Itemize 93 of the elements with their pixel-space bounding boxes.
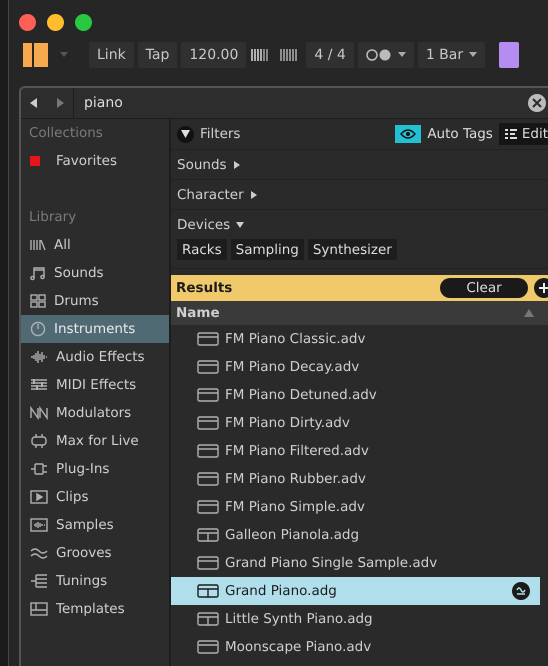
sidebar-item[interactable]: Instruments xyxy=(21,315,169,343)
sidebar-item[interactable]: Tunings xyxy=(21,567,169,595)
edit-button[interactable]: Edit xyxy=(498,123,548,145)
file-row[interactable]: Grand Piano Single Sample.adv xyxy=(171,549,540,577)
sidebar-item[interactable]: Audio Effects xyxy=(21,343,169,371)
sidebar-item[interactable]: MIDI Effects xyxy=(21,371,169,399)
file-row[interactable]: Little Synth Piano.adg xyxy=(171,605,540,633)
sliders-icon xyxy=(30,378,48,392)
sidebar-item[interactable]: All xyxy=(21,231,169,259)
collapsed-arrow-icon xyxy=(250,190,258,198)
file-row[interactable]: FM Piano Classic.adv xyxy=(171,325,540,353)
knob-icon xyxy=(30,321,46,337)
preset-icon xyxy=(197,387,219,403)
circles-icon xyxy=(366,48,392,62)
filter-group[interactable]: Sounds xyxy=(177,150,241,179)
zigzag-icon xyxy=(30,406,48,420)
sidebar-item[interactable]: Modulators xyxy=(21,399,169,427)
toolbar-button[interactable]: Link xyxy=(89,42,134,68)
preset-icon xyxy=(197,471,219,487)
toolbar-button[interactable]: 120.00 xyxy=(181,42,246,68)
preset-icon xyxy=(197,555,219,571)
section-heading: Library xyxy=(28,208,78,227)
filter-group[interactable]: Character xyxy=(177,180,258,209)
forward-arrow-icon xyxy=(56,98,64,108)
zoom-button[interactable] xyxy=(75,14,92,31)
device-tab-icon[interactable] xyxy=(499,42,520,68)
list-icon xyxy=(504,128,517,140)
column-header[interactable]: Name xyxy=(176,305,220,321)
minimize-button[interactable] xyxy=(47,14,64,31)
filter-tag[interactable]: Sampling xyxy=(230,239,304,260)
file-row[interactable]: Galleon Pianola.adg xyxy=(171,521,540,549)
expanded-arrow-icon xyxy=(236,220,244,228)
filter-tag[interactable]: Synthesizer xyxy=(308,239,397,260)
filter-tag[interactable]: Racks xyxy=(177,239,227,260)
record-mode-button[interactable] xyxy=(358,42,414,68)
file-row[interactable]: FM Piano Filtered.adv xyxy=(171,437,540,465)
preset-icon xyxy=(197,331,219,347)
caret-icon xyxy=(398,52,406,58)
play-box-icon xyxy=(30,489,48,505)
collection-item[interactable]: Favorites xyxy=(21,147,169,175)
plug-icon xyxy=(30,461,48,477)
music-note-icon xyxy=(30,265,46,281)
section-heading: Collections xyxy=(28,124,104,143)
time-signature-button[interactable]: 4 / 4 xyxy=(306,42,354,68)
file-row[interactable]: FM Piano Detuned.adv xyxy=(171,381,540,409)
filter-group[interactable]: Devices xyxy=(177,210,244,239)
rack-icon xyxy=(197,611,219,627)
file-row[interactable]: FM Piano Rubber.adv xyxy=(171,465,540,493)
logo-icon[interactable] xyxy=(23,42,49,68)
collapse-icon[interactable] xyxy=(177,126,194,142)
search-field[interactable]: piano xyxy=(74,88,528,118)
sidebar-item[interactable]: Clips xyxy=(21,483,169,511)
sample-icon xyxy=(30,517,48,533)
preset-icon xyxy=(197,443,219,459)
file-row[interactable]: Grand Piano.adg xyxy=(171,577,540,605)
collapsed-arrow-icon xyxy=(232,160,241,168)
file-row[interactable]: FM Piano Dirty.adv xyxy=(171,409,540,437)
grid-icon xyxy=(30,293,46,309)
sidebar-item[interactable]: Grooves xyxy=(21,539,169,567)
clear-button[interactable]: Clear xyxy=(440,278,528,298)
quantize-dropdown[interactable]: 1 Bar xyxy=(418,42,486,68)
filters-title: Filters xyxy=(200,126,240,142)
sidebar-item[interactable]: Max for Live xyxy=(21,427,169,455)
sidebar-item[interactable]: Sounds xyxy=(21,259,169,287)
rack-icon xyxy=(197,527,219,543)
results-title: Results xyxy=(176,280,234,296)
sidebar-item[interactable]: Drums xyxy=(21,287,169,315)
close-button[interactable] xyxy=(19,14,36,31)
preview-icon[interactable] xyxy=(512,582,530,600)
layout-icon xyxy=(30,601,48,617)
auto-tags-toggle[interactable]: Auto Tags xyxy=(395,125,493,143)
sort-icon[interactable] xyxy=(524,309,534,317)
bars-icon xyxy=(30,238,46,252)
file-row[interactable]: FM Piano Decay.adv xyxy=(171,353,540,381)
close-icon xyxy=(532,98,542,108)
toolbar-button[interactable]: Tap xyxy=(138,42,178,68)
wave-lines-icon xyxy=(30,546,48,560)
back-arrow-icon xyxy=(30,98,38,108)
preset-icon xyxy=(197,499,219,515)
file-row[interactable]: FM Piano Simple.adv xyxy=(171,493,540,521)
sidebar-item[interactable]: Plug-Ins xyxy=(21,455,169,483)
preset-icon xyxy=(197,639,219,655)
rack-icon xyxy=(197,583,219,599)
preset-icon xyxy=(197,359,219,375)
file-row[interactable]: Moonscape Piano.adv xyxy=(171,633,540,661)
sidebar-item[interactable]: Samples xyxy=(21,511,169,539)
clear-search-button[interactable] xyxy=(528,94,546,112)
sidebar-item[interactable]: Templates xyxy=(21,595,169,623)
eye-icon xyxy=(400,129,416,139)
preset-icon xyxy=(197,415,219,431)
waveform-icon xyxy=(30,350,48,364)
caret-icon xyxy=(469,52,478,58)
add-icon[interactable] xyxy=(534,278,548,298)
